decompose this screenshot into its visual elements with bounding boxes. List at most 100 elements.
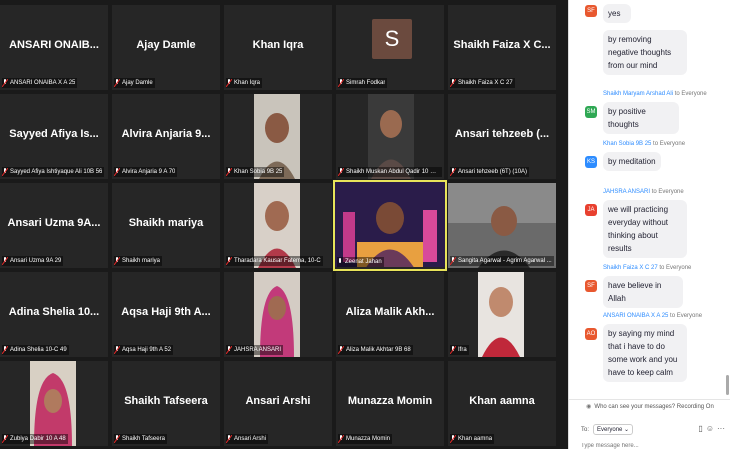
participant-tile[interactable]: Zubiya Dabir 10 A 48	[0, 361, 108, 446]
avatar: SF	[585, 280, 597, 292]
participant-label: JAHSRA ANSARI	[226, 345, 284, 355]
file-icon[interactable]: ▯	[698, 424, 702, 433]
message-bubble: by saying my mind that i have to do some…	[603, 324, 687, 382]
chat-scrollbar[interactable]	[726, 375, 729, 395]
participant-label: Shaikh mariya	[114, 256, 163, 266]
muted-mic-icon	[226, 435, 232, 443]
participant-tile[interactable]: Sangita Agarwal - Agrim Agarwal ...	[448, 183, 556, 268]
more-icon[interactable]: ···	[717, 424, 725, 433]
participant-label: Aliza Malik Akhtar 9B 68	[338, 345, 413, 355]
participant-video	[478, 272, 524, 357]
muted-mic-icon	[338, 346, 344, 354]
participant-name: Shaikh Tafseera	[124, 395, 208, 407]
participant-label: Khan Iqra	[226, 78, 263, 88]
chevron-down-icon: ⌄	[624, 427, 630, 433]
muted-mic-icon	[2, 168, 8, 176]
muted-mic-icon	[226, 79, 232, 87]
muted-mic-icon	[450, 79, 456, 87]
participant-tile[interactable]: Ifra	[448, 272, 556, 357]
participant-tile[interactable]: Munazza Momin Munazza Momin	[336, 361, 444, 446]
avatar: KS	[585, 156, 597, 168]
muted-mic-icon	[226, 168, 232, 176]
participant-label: Sangita Agarwal - Agrim Agarwal ...	[450, 256, 554, 266]
participant-tile[interactable]: Sayyed Afiya Is... Sayyed Afiya Ishtiyaq…	[0, 94, 108, 179]
recipient-row: To: Everyone ⌄	[581, 424, 634, 435]
participant-label: Khan aamna	[450, 434, 495, 444]
muted-mic-icon	[114, 435, 120, 443]
participant-name: Shaikh Faiza X C...	[453, 39, 551, 51]
muted-mic-icon	[2, 79, 8, 87]
message-sender: ANSARI ONAIBA X A 25 to Everyone	[603, 313, 703, 319]
participant-tile[interactable]: Shaikh Tafseera Shaikh Tafseera	[112, 361, 220, 446]
chat-message: Khan Sobia 9B 25 to Everyone KS by medit…	[585, 140, 725, 171]
muted-mic-icon	[114, 79, 120, 87]
participant-label: Simrah Fodkar	[338, 78, 388, 88]
participant-tile[interactable]: Shaikh Faiza X C... Shaikh Faiza X C 27	[448, 5, 556, 90]
participant-tile[interactable]: Ansari Uzma 9A... Ansari Uzma 9A 29	[0, 183, 108, 268]
recipient-dropdown[interactable]: Everyone ⌄	[593, 424, 634, 435]
message-sender: Shaikh Maryam Arshad Ali to Everyone	[603, 91, 707, 97]
avatar: JA	[585, 204, 597, 216]
message-bubble: we will practicing everyday without thin…	[603, 200, 687, 258]
participant-tile[interactable]: Aliza Malik Akh... Aliza Malik Akhtar 9B…	[336, 272, 444, 357]
muted-mic-icon	[114, 257, 120, 265]
who-can-see-link[interactable]: ◉ Who can see your messages? Recording O…	[569, 399, 730, 413]
emoji-icon[interactable]: ☺	[706, 424, 714, 433]
participant-tile[interactable]: Shaikh mariya Shaikh mariya	[112, 183, 220, 268]
participant-label: Ifra	[450, 345, 469, 355]
participant-tile[interactable]: Khan Iqra Khan Iqra	[224, 5, 332, 90]
active-speaker-tile[interactable]: Zeenat Jahan	[333, 180, 447, 271]
muted-mic-icon	[338, 168, 344, 176]
message-sender: Shaikh Faiza X C 27 to Everyone	[603, 265, 692, 271]
participant-tile[interactable]: Shaikh Muskan Abdul Qadir 10 C ...	[336, 94, 444, 179]
participant-tile[interactable]: ANSARI ONAIB... ANSARI ONAIBA X A 25	[0, 5, 108, 90]
participant-tile[interactable]: Alvira Anjaria 9... Alvira Anjaria 9 A 7…	[112, 94, 220, 179]
muted-mic-icon	[450, 346, 456, 354]
participant-tile[interactable]: Khan aamna Khan aamna	[448, 361, 556, 446]
muted-mic-icon	[338, 435, 344, 443]
participant-name: Aliza Malik Akh...	[345, 306, 435, 318]
zoom-meeting-window: ANSARI ONAIB... ANSARI ONAIBA X A 25 Aja…	[0, 0, 730, 449]
participant-name: Khan Iqra	[252, 39, 304, 51]
participant-name: Ansari Uzma 9A...	[7, 217, 101, 229]
participant-label: Ansari tehzeeb (6T) (10A)	[450, 167, 530, 177]
muted-mic-icon	[450, 435, 456, 443]
participant-label: Munazza Momin	[338, 434, 393, 444]
compose-tools: ▯ ☺ ···	[698, 424, 725, 433]
participant-tile[interactable]: Khan Sobia 9B 25	[224, 94, 332, 179]
message-sender: JAHSRA ANSARI to Everyone	[603, 189, 684, 195]
muted-mic-icon	[2, 257, 8, 265]
participant-tile[interactable]: Adina Shelia 10... Adina Shelia 10-C 49	[0, 272, 108, 357]
participant-label: Ansari Arshi	[226, 434, 269, 444]
participant-tile[interactable]: Ajay Damle Ajay Damle	[112, 5, 220, 90]
chat-message: Shaikh Faiza X C 27 to Everyone SF have …	[585, 264, 725, 308]
participant-label: Shaikh Muskan Abdul Qadir 10 C ...	[338, 167, 442, 177]
muted-mic-icon	[114, 346, 120, 354]
participant-tile[interactable]: Aqsa Haji 9th A... Aqsa Haji 9th A 52	[112, 272, 220, 357]
participant-tile[interactable]: Tharadara Kausar Fatema, 10-C	[224, 183, 332, 268]
participant-label: Shaikh Tafseera	[114, 434, 167, 444]
participant-name: Sayyed Afiya Is...	[9, 128, 99, 140]
participant-label: Alvira Anjaria 9 A 70	[114, 167, 178, 177]
participant-tile[interactable]: Ansari tehzeeb (... Ansari tehzeeb (6T) …	[448, 94, 556, 179]
participant-tile[interactable]: JAHSRA ANSARI	[224, 272, 332, 357]
muted-mic-icon	[226, 346, 232, 354]
participant-tile[interactable]: Ansari Arshi Ansari Arshi	[224, 361, 332, 446]
participant-label: Shaikh Faiza X C 27	[450, 78, 515, 88]
avatar: AO	[585, 328, 597, 340]
message-input[interactable]	[581, 442, 721, 449]
message-bubble: by positive thoughts	[603, 102, 679, 134]
chat-messages[interactable]: SF yes by removing negative thoughts fro…	[569, 0, 730, 396]
participant-name: Ajay Damle	[136, 39, 196, 51]
participant-label: Zeenat Jahan	[337, 257, 384, 267]
participant-label: Khan Sobia 9B 25	[226, 167, 285, 177]
participant-name: Aqsa Haji 9th A...	[121, 306, 211, 318]
participant-tile[interactable]: S Simrah Fodkar	[336, 5, 444, 90]
message-bubble: have believe in Allah	[603, 276, 683, 308]
muted-mic-icon	[450, 168, 456, 176]
participant-name: Ansari Arshi	[245, 395, 311, 407]
muted-mic-icon	[450, 257, 456, 265]
message-bubble: yes	[603, 4, 631, 23]
chat-panel: SF yes by removing negative thoughts fro…	[568, 0, 730, 449]
participant-avatar: S	[372, 19, 412, 59]
